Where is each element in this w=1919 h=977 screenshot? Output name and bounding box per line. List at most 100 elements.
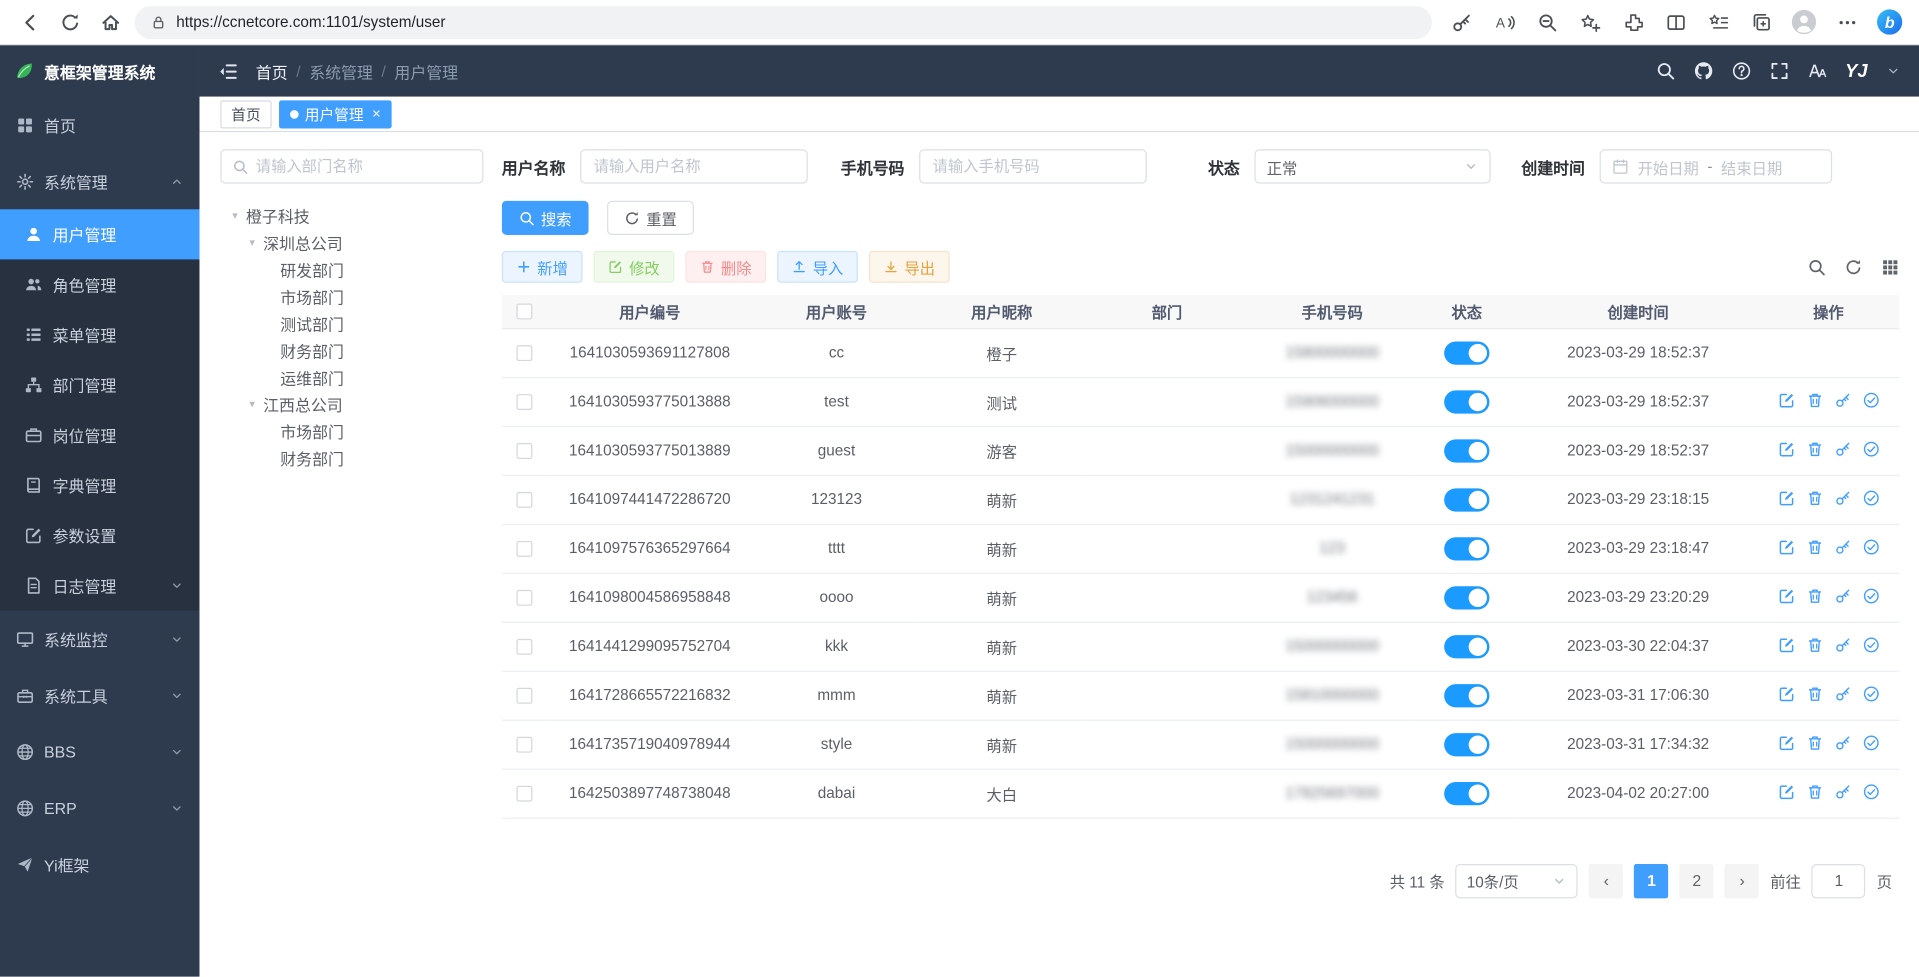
delete-action-icon[interactable] (1806, 636, 1823, 653)
profile-icon[interactable] (1787, 5, 1821, 39)
department-search[interactable] (220, 149, 483, 183)
export-button[interactable]: 导出 (869, 251, 950, 283)
search-button[interactable]: 搜索 (502, 201, 589, 235)
row-checkbox[interactable] (516, 492, 532, 508)
assign-role-action-icon[interactable] (1862, 636, 1879, 653)
sidebar-item-tool[interactable]: 系统工具 (0, 667, 199, 723)
assign-role-action-icon[interactable] (1862, 734, 1879, 751)
column-header-1[interactable]: 用户账号 (754, 295, 919, 328)
copilot-icon[interactable]: b (1873, 5, 1907, 39)
edit-action-icon[interactable] (1778, 440, 1795, 457)
caret-down-icon[interactable]: ▾ (245, 236, 260, 249)
tree-node[interactable]: ▾深圳总公司 (220, 229, 483, 256)
column-header-6[interactable]: 创建时间 (1519, 295, 1758, 328)
column-header-2[interactable]: 用户昵称 (919, 295, 1084, 328)
row-checkbox[interactable] (516, 639, 532, 655)
edit-action-icon[interactable] (1778, 538, 1795, 555)
tree-node[interactable]: 市场部门 (220, 283, 483, 310)
delete-action-icon[interactable] (1806, 587, 1823, 604)
tree-node[interactable]: 财务部门 (220, 444, 483, 471)
delete-action-icon[interactable] (1806, 783, 1823, 800)
search-icon[interactable] (1655, 61, 1675, 81)
reset-password-action-icon[interactable] (1834, 734, 1851, 751)
tree-node[interactable]: ▾橙子科技 (220, 202, 483, 229)
import-button[interactable]: 导入 (777, 251, 858, 283)
add-button[interactable]: 新增 (502, 251, 583, 283)
next-page-button[interactable]: › (1725, 863, 1759, 897)
sidebar-item-dept[interactable]: 部门管理 (0, 360, 199, 410)
fullscreen-icon[interactable] (1769, 61, 1789, 81)
reset-password-action-icon[interactable] (1834, 783, 1851, 800)
column-header-7[interactable]: 操作 (1757, 295, 1899, 328)
close-tab-icon[interactable]: × (372, 105, 381, 122)
prev-page-button[interactable]: ‹ (1589, 863, 1623, 897)
assign-role-action-icon[interactable] (1862, 587, 1879, 604)
reset-password-action-icon[interactable] (1834, 636, 1851, 653)
row-checkbox[interactable] (516, 688, 532, 704)
page-button-1[interactable]: 1 (1634, 863, 1668, 897)
toggle-search-icon[interactable] (1808, 258, 1826, 276)
delete-action-icon[interactable] (1806, 685, 1823, 702)
app-logo[interactable]: 意框架管理系统 (0, 45, 199, 96)
zoom-icon[interactable] (1530, 5, 1564, 39)
sidebar-item-post[interactable]: 岗位管理 (0, 410, 199, 460)
edit-action-icon[interactable] (1778, 636, 1795, 653)
edit-action-icon[interactable] (1778, 391, 1795, 408)
reset-password-action-icon[interactable] (1834, 587, 1851, 604)
edit-action-icon[interactable] (1778, 685, 1795, 702)
assign-role-action-icon[interactable] (1862, 440, 1879, 457)
tab-home[interactable]: 首页 (220, 100, 271, 128)
column-header-0[interactable]: 用户编号 (546, 295, 754, 328)
delete-action-icon[interactable] (1806, 489, 1823, 506)
sidebar-item-log[interactable]: 日志管理 (0, 561, 199, 611)
assign-role-action-icon[interactable] (1862, 489, 1879, 506)
refresh-icon[interactable] (1844, 258, 1862, 276)
tab-user[interactable]: 用户管理× (279, 100, 392, 128)
jump-page-input[interactable] (1812, 863, 1866, 897)
sidebar-item-user[interactable]: 用户管理 (0, 209, 199, 259)
page-button-2[interactable]: 2 (1680, 863, 1714, 897)
help-icon[interactable] (1731, 61, 1751, 81)
split-screen-icon[interactable] (1658, 5, 1692, 39)
sidebar-item-monitor[interactable]: 系统监控 (0, 611, 199, 667)
reset-button[interactable]: 重置 (607, 201, 694, 235)
sidebar-item-dict[interactable]: 字典管理 (0, 460, 199, 510)
status-select[interactable]: 正常 (1255, 149, 1491, 183)
user-logo[interactable]: YJ (1845, 61, 1867, 82)
row-checkbox[interactable] (516, 786, 532, 802)
column-header-5[interactable]: 状态 (1415, 295, 1519, 328)
tree-node[interactable]: 运维部门 (220, 363, 483, 390)
tree-node[interactable]: 市场部门 (220, 417, 483, 444)
edit-action-icon[interactable] (1778, 783, 1795, 800)
page-size-select[interactable]: 10条/页 (1456, 863, 1578, 897)
tree-node[interactable]: ▾江西总公司 (220, 390, 483, 417)
read-aloud-icon[interactable]: A (1487, 5, 1521, 39)
assign-role-action-icon[interactable] (1862, 538, 1879, 555)
select-all-checkbox[interactable] (516, 304, 532, 320)
caret-down-icon[interactable]: ▾ (228, 209, 243, 222)
assign-role-action-icon[interactable] (1862, 391, 1879, 408)
sidebar-item-menu[interactable]: 菜单管理 (0, 310, 199, 360)
modify-button[interactable]: 修改 (594, 251, 675, 283)
status-toggle[interactable] (1444, 635, 1489, 658)
favorites-add-icon[interactable] (1573, 5, 1607, 39)
column-header-4[interactable]: 手机号码 (1250, 295, 1415, 328)
edit-action-icon[interactable] (1778, 734, 1795, 751)
breadcrumb-item[interactable]: 系统管理 (309, 59, 373, 82)
status-toggle[interactable] (1444, 732, 1489, 755)
assign-role-action-icon[interactable] (1862, 685, 1879, 702)
status-toggle[interactable] (1444, 488, 1489, 511)
sidebar-item-erp[interactable]: ERP (0, 780, 199, 836)
home-button[interactable] (93, 5, 127, 39)
font-size-icon[interactable] (1807, 61, 1827, 81)
status-toggle[interactable] (1444, 586, 1489, 609)
back-button[interactable] (12, 5, 46, 39)
caret-down-icon[interactable]: ▾ (245, 397, 260, 410)
reset-password-action-icon[interactable] (1834, 489, 1851, 506)
date-range-picker[interactable]: 开始日期 - 结束日期 (1600, 149, 1833, 183)
refresh-button[interactable] (53, 5, 87, 39)
username-input[interactable] (580, 149, 808, 183)
breadcrumb-item[interactable]: 用户管理 (394, 59, 458, 82)
sidebar-item-role[interactable]: 角色管理 (0, 259, 199, 309)
status-toggle[interactable] (1444, 390, 1489, 413)
